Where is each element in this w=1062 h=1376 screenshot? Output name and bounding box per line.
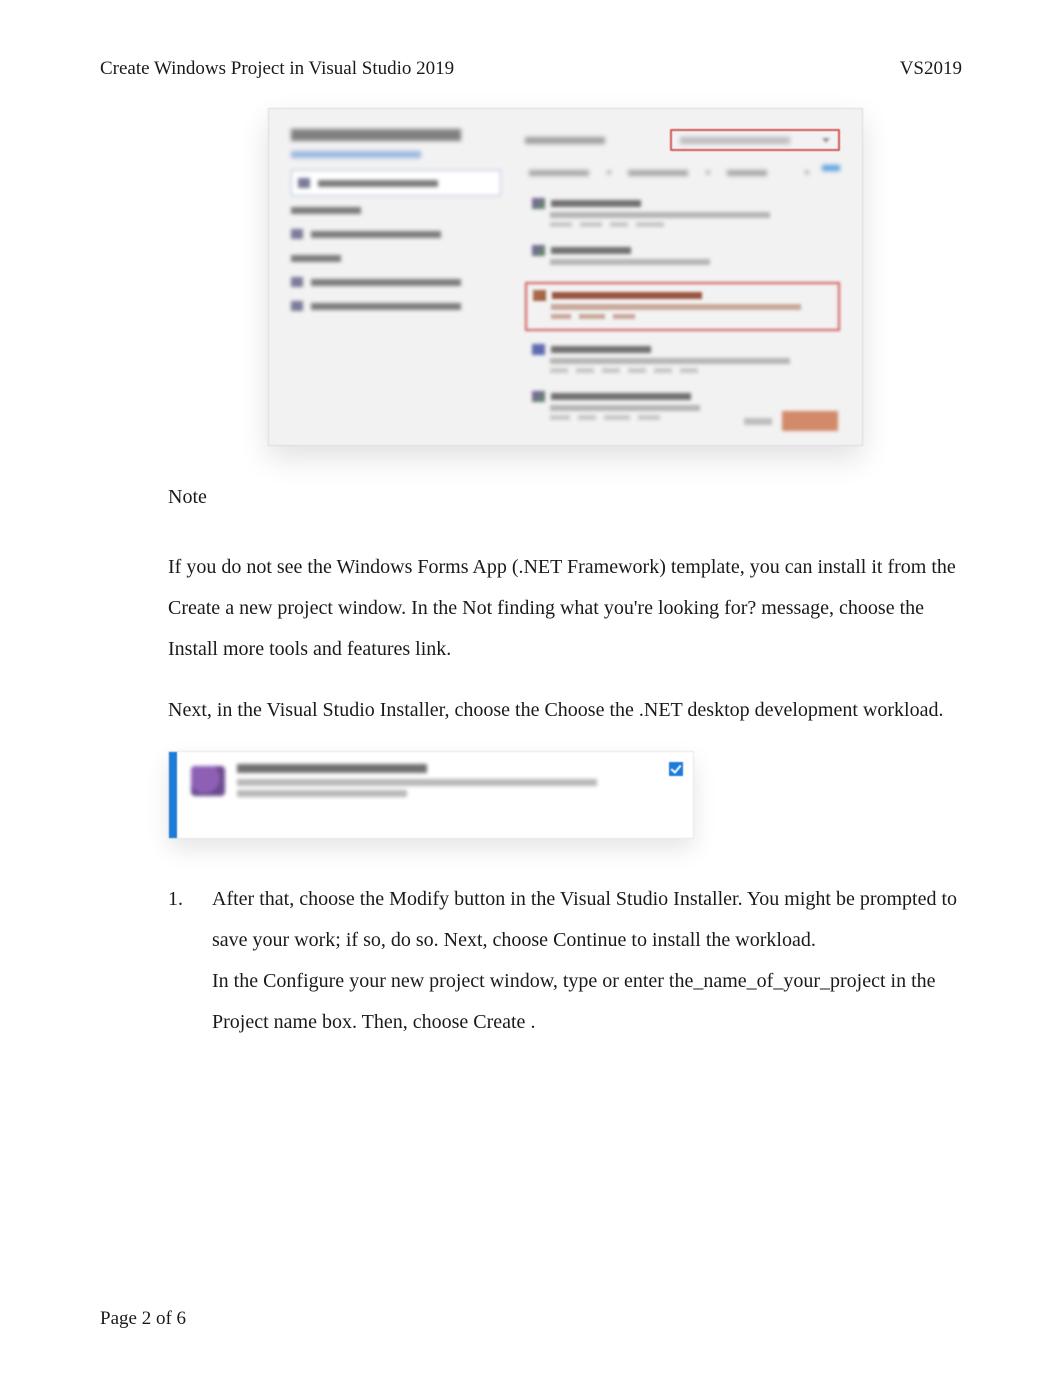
window-name: Create a new project (168, 597, 333, 619)
text: window, type or enter (490, 970, 669, 992)
text: template, you can install it from the (671, 556, 956, 578)
field-name: Project name (212, 1011, 317, 1033)
dialog-footer (744, 411, 838, 431)
page-label: Page (100, 1308, 142, 1329)
button-name: Create (473, 1011, 525, 1033)
text: If you do not see the (168, 556, 337, 578)
language-filter-highlighted (670, 129, 840, 151)
workload-checkbox-icon (669, 762, 683, 776)
create-project-dialog-screenshot (268, 108, 863, 446)
text: link. (415, 638, 451, 660)
button-name: Modify (389, 888, 449, 910)
button-name: Continue (553, 929, 626, 951)
template-item (525, 193, 840, 232)
placeholder-name: the_name_of_your_project (669, 970, 886, 992)
dialog-left-pane (291, 129, 501, 429)
workload-name: .NET desktop development (639, 699, 858, 721)
dotnet-desktop-icon (191, 766, 225, 796)
page-content: Note If you do not see the Windows Forms… (100, 108, 962, 1063)
note-paragraph-1: If you do not see the Windows Forms App … (168, 547, 962, 670)
template-name: Windows Forms App (.NET Framework) (337, 556, 666, 578)
document-page: Create Windows Project in Visual Studio … (0, 0, 1062, 1376)
text: window. In the (338, 597, 462, 619)
text: After that, choose the (212, 888, 389, 910)
page-footer: Page 2 of 6 (100, 1308, 186, 1330)
dialog-right-pane (525, 129, 840, 429)
text: Next, in the Visual Studio Installer, ch… (168, 699, 639, 721)
message-text: Not finding what you're looking for? (462, 597, 756, 619)
template-item-highlighted (525, 282, 840, 331)
text: to install the workload. (631, 929, 815, 951)
text: in the (891, 970, 936, 992)
note-heading: Note (168, 486, 962, 509)
header-title-left: Create Windows Project in Visual Studio … (100, 58, 454, 80)
text: workload. (863, 699, 944, 721)
text: . (530, 1011, 535, 1033)
window-name: Configure your new project (263, 970, 485, 992)
page-header: Create Windows Project in Visual Studio … (100, 58, 962, 80)
back-button-placeholder (744, 418, 772, 425)
text: box. Then, choose (322, 1011, 473, 1033)
text: In the (212, 970, 263, 992)
template-item (525, 339, 840, 378)
step-1-paragraph-2: In the Configure your new project window… (212, 961, 962, 1043)
text: message, choose the (761, 597, 924, 619)
step-1: 1. After that, choose the Modify button … (168, 879, 962, 1063)
step-number: 1. (168, 879, 192, 1063)
next-button-placeholder (782, 411, 838, 431)
recent-template-item (291, 170, 501, 196)
step-1-paragraph-1: After that, choose the Modify button in … (212, 879, 962, 961)
page-total: of 6 (151, 1308, 186, 1329)
link-name: Install more tools and features (168, 638, 410, 660)
header-title-right: VS2019 (900, 58, 962, 80)
search-templates-box (525, 131, 658, 149)
installer-workload-screenshot (168, 751, 694, 839)
page-number: 2 (142, 1308, 152, 1329)
template-item (525, 240, 840, 274)
note-paragraph-2: Next, in the Visual Studio Installer, ch… (168, 690, 962, 731)
